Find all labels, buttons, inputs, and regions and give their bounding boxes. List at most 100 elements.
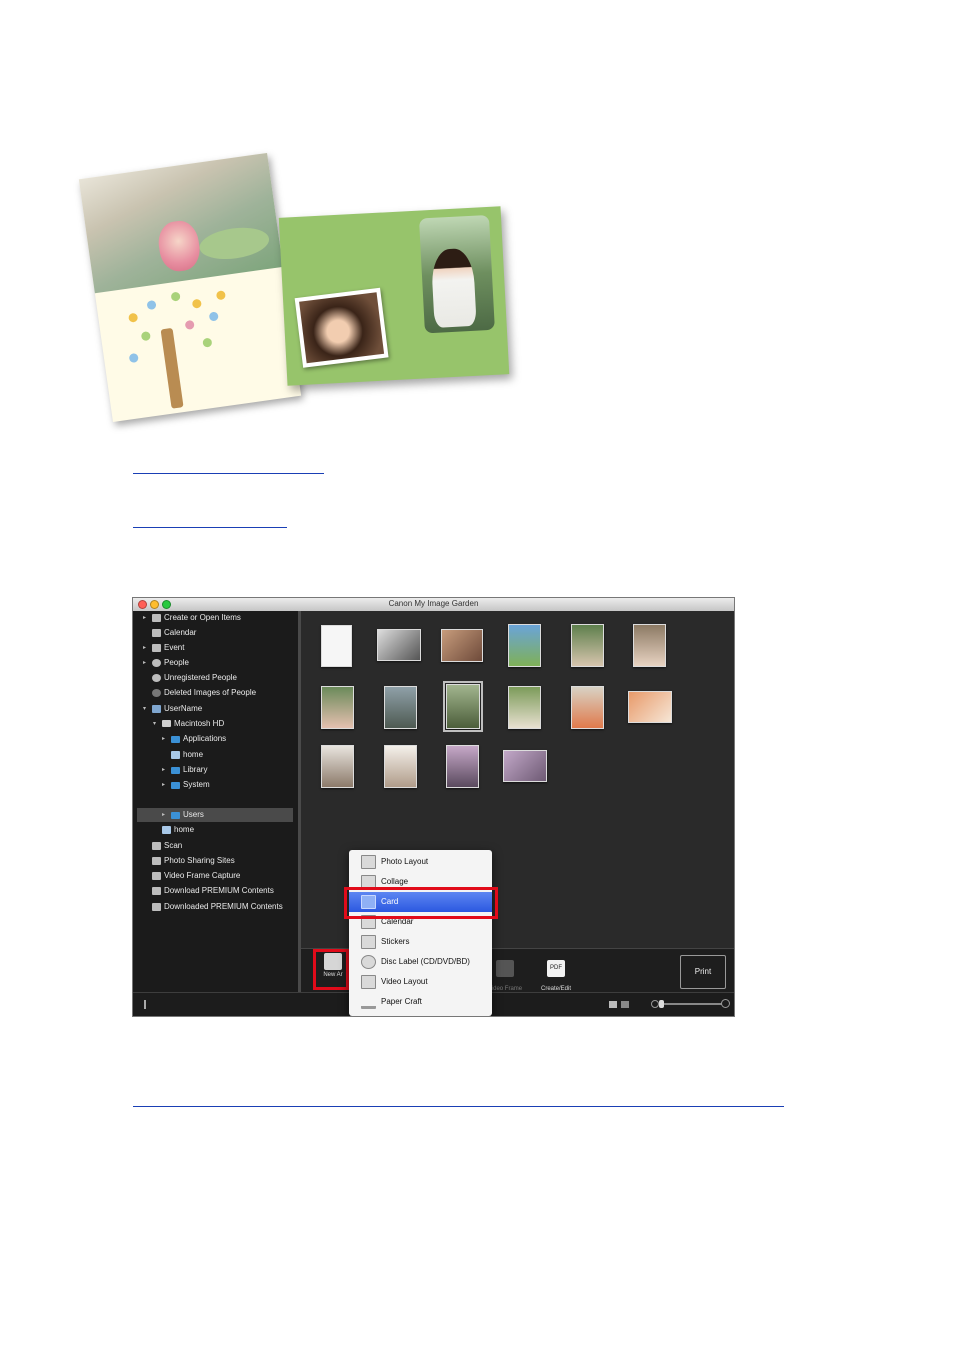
photo-layout-icon (361, 855, 376, 869)
computer-icon (152, 705, 161, 713)
disclosure-arrow-icon[interactable]: ▸ (162, 778, 168, 792)
menu-item-disc-label[interactable]: Disc Label (CD/DVD/BD) (349, 952, 492, 972)
menu-item-paper-craft[interactable]: Paper Craft (349, 992, 492, 1012)
tree-illustration (160, 327, 184, 409)
framed-photo (294, 287, 389, 368)
grid-view-icon[interactable] (609, 1001, 617, 1008)
folder-icon (171, 767, 180, 774)
sample-card-green (278, 206, 510, 386)
window-title: Canon My Image Garden (388, 599, 479, 608)
menu-item-stickers[interactable]: Stickers (349, 932, 492, 952)
thumbnail-item[interactable] (321, 625, 352, 667)
video-frame-icon (152, 872, 161, 880)
calendar-icon (152, 629, 161, 637)
sidebar-item-label: Calendar (164, 628, 197, 637)
card-highlight (344, 887, 498, 919)
list-view-icon[interactable] (621, 1001, 629, 1008)
thumbnail-item[interactable] (508, 624, 541, 667)
zoom-slider-thumb[interactable] (659, 1000, 664, 1008)
scan-icon (152, 842, 161, 850)
thumbnail-item[interactable] (571, 686, 604, 729)
home-folder-icon (162, 826, 171, 834)
download-icon (152, 887, 161, 895)
video-layout-icon (361, 975, 376, 989)
sidebar-item-label: Download PREMIUM Contents (164, 886, 274, 895)
sidebar-item-label: Macintosh HD (174, 719, 225, 728)
menu-item-video-layout[interactable]: Video Layout (349, 972, 492, 992)
disclosure-arrow-icon[interactable]: ▸ (162, 808, 168, 822)
sidebar-item-label: Unregistered People (164, 673, 237, 682)
create-open-icon (152, 614, 161, 622)
menu-item-label: Video Layout (381, 977, 428, 986)
photo-sharing-icon (152, 857, 161, 865)
sample-card-image (78, 152, 302, 423)
thumbnail-item[interactable] (503, 750, 547, 782)
folder-icon (171, 812, 180, 819)
thumbnail-item-selected[interactable] (443, 681, 483, 732)
disclosure-arrow-icon[interactable]: ▸ (162, 732, 168, 746)
thumbnail-item[interactable] (633, 624, 666, 667)
sidebar-item-label: Event (164, 643, 185, 652)
sidebar-item-label: home (174, 825, 195, 834)
thumbnail-item[interactable] (508, 686, 541, 729)
disclosure-arrow-icon[interactable]: ▸ (143, 656, 149, 670)
menu-item-label: Disc Label (CD/DVD/BD) (381, 957, 470, 966)
thumbnail-item[interactable] (377, 629, 421, 661)
sidebar-item-label: Applications (183, 734, 227, 743)
sidebar-item-label: Downloaded PREMIUM Contents (164, 902, 283, 911)
new-art-highlight (313, 949, 349, 990)
disclosure-arrow-icon[interactable]: ▾ (143, 702, 149, 716)
title-bar: Canon My Image Garden (133, 598, 734, 612)
sidebar-item-label: Create or Open Items (164, 613, 241, 622)
pdf-icon: PDF (547, 960, 565, 977)
sidebar-item-label: Video Frame Capture (164, 871, 241, 880)
thumbnail-item[interactable] (441, 629, 483, 662)
thumbnail-item[interactable] (384, 745, 417, 788)
downloaded-icon (152, 903, 161, 911)
zoom-slider[interactable] (660, 1003, 722, 1005)
disclosure-arrow-icon[interactable]: ▾ (153, 717, 159, 731)
doc-link-1[interactable] (133, 471, 324, 474)
folder-icon (171, 782, 180, 789)
disclosure-arrow-icon[interactable]: ▸ (143, 641, 149, 655)
sidebar-item-label: Photo Sharing Sites (164, 856, 235, 865)
thumbnail-item[interactable] (571, 624, 604, 667)
paper-craft-icon (361, 995, 376, 1009)
disclosure-arrow-icon[interactable]: ▸ (162, 763, 168, 777)
disclosure-arrow-icon[interactable]: ▸ (143, 611, 149, 625)
thumbnail-item[interactable] (321, 686, 354, 729)
home-folder-icon (171, 751, 180, 759)
sidebar-item-label: Deleted Images of People (164, 688, 257, 697)
unregistered-people-icon (152, 674, 161, 682)
video-frame-icon (496, 960, 514, 977)
sidebar-item-label: System (183, 780, 210, 789)
sidebar-item-label: UserName (164, 704, 203, 713)
drive-icon (162, 720, 171, 727)
doc-link-2[interactable] (133, 525, 287, 528)
app-window: Canon My Image Garden ▸ Create or Open I… (132, 597, 735, 1017)
event-icon (152, 644, 161, 652)
doc-link-3[interactable] (133, 1104, 784, 1107)
thumbnail-item[interactable] (628, 691, 672, 723)
menu-item-label: Stickers (381, 937, 410, 946)
thumbnail-item[interactable] (384, 686, 417, 729)
folder-icon (171, 736, 180, 743)
sidebar-selection (137, 808, 293, 822)
zoom-in-icon[interactable] (721, 999, 730, 1008)
sidebar-item-label: home (183, 750, 204, 759)
info-icon[interactable] (144, 1000, 146, 1009)
stickers-icon (361, 935, 376, 949)
thumbnail-item[interactable] (446, 745, 479, 788)
menu-item-label: Paper Craft (381, 997, 422, 1006)
menu-item-label: Photo Layout (381, 857, 429, 866)
print-button[interactable]: Print (680, 955, 726, 989)
deleted-people-icon (152, 689, 161, 697)
sidebar-item-label: People (164, 658, 189, 667)
sample-photo (78, 152, 284, 294)
thumbnail-item[interactable] (321, 745, 354, 788)
disc-icon (361, 955, 376, 969)
sidebar-item-label: Users (183, 810, 204, 819)
menu-item-photo-layout[interactable]: Photo Layout (349, 852, 492, 872)
sidebar-item-label: Library (183, 765, 208, 774)
zoom-out-icon[interactable] (651, 1000, 659, 1008)
